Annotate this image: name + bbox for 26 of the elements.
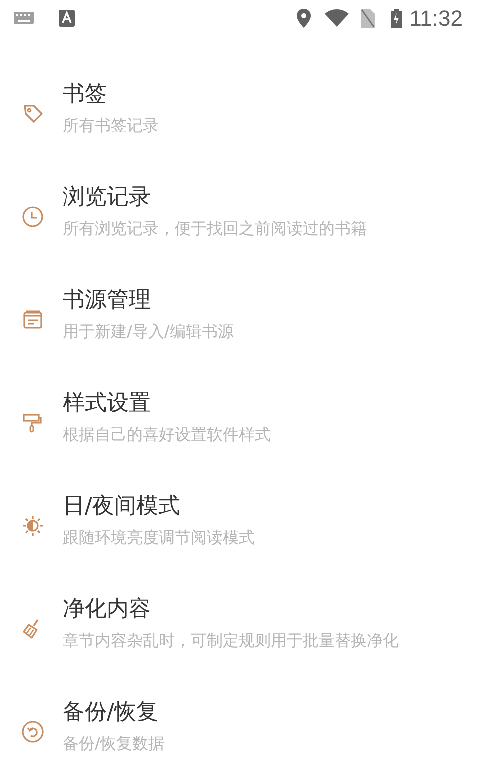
item-description: 备份/恢复数据 xyxy=(63,734,164,754)
item-description: 所有书签记录 xyxy=(63,116,159,136)
no-sim-icon xyxy=(360,8,375,28)
item-title[interactable]: 净化内容 xyxy=(63,595,399,625)
paint-roller-icon xyxy=(20,411,44,435)
item-title[interactable]: 日/夜间模式 xyxy=(63,492,255,522)
brightness-icon xyxy=(20,514,44,538)
item-description: 所有浏览记录，便于找回之前阅读过的书籍 xyxy=(63,219,367,239)
restore-icon xyxy=(20,720,44,744)
keyboard-icon xyxy=(14,12,34,24)
item-title[interactable]: 样式设置 xyxy=(63,389,271,419)
item-description: 章节内容杂乱时，可制定规则用于批量替换净化 xyxy=(63,631,399,651)
clock-time: 11:32 xyxy=(410,4,463,32)
document-icon xyxy=(20,308,44,332)
item-title[interactable]: 书源管理 xyxy=(63,286,234,316)
text-input-icon xyxy=(59,10,75,26)
item-title[interactable]: 备份/恢复 xyxy=(63,698,164,728)
battery-charging-icon xyxy=(390,8,402,28)
item-description: 跟随环境亮度调节阅读模式 xyxy=(63,528,255,548)
item-title[interactable]: 浏览记录 xyxy=(63,183,367,213)
location-icon xyxy=(296,8,311,28)
wifi-icon xyxy=(324,9,349,27)
item-description: 根据自己的喜好设置软件样式 xyxy=(63,425,271,445)
item-description: 用于新建/导入/编辑书源 xyxy=(63,322,234,342)
item-title[interactable]: 书签 xyxy=(63,80,159,110)
clock-icon xyxy=(20,205,44,229)
